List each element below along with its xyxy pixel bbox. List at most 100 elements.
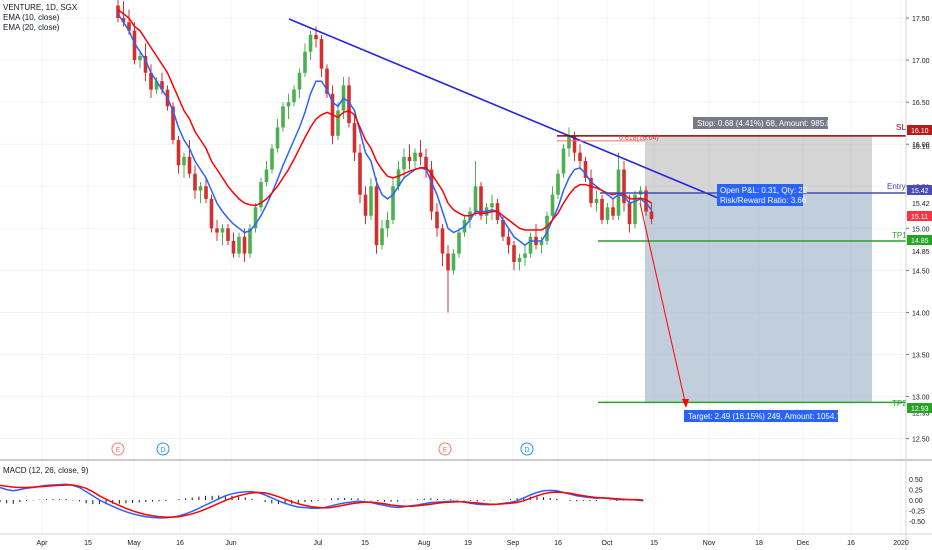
candle [506, 228, 511, 254]
candle [281, 102, 285, 132]
tp2-price-tag: 12.93 [907, 403, 932, 413]
candle [611, 198, 615, 220]
candle [490, 194, 494, 220]
macd-axis[interactable]: 0.50 0.25 0.00 -0.25 -0.50 [909, 477, 925, 526]
candle [275, 119, 280, 153]
candle [440, 224, 445, 267]
earnings-marker[interactable]: E [438, 442, 452, 456]
candle [600, 194, 604, 225]
candle [578, 144, 582, 170]
dividend-marker[interactable]: D [156, 442, 170, 456]
price-tick-label: 16.50 [912, 100, 930, 107]
candle [627, 194, 632, 233]
entry-label: Entry [887, 182, 906, 191]
candle [473, 161, 478, 216]
time-tick-label: Apr [37, 540, 49, 547]
svg-text:15.42: 15.42 [911, 188, 929, 195]
tp1-price-tag: 14.85 [907, 235, 932, 245]
time-tick-label: Dec [797, 540, 810, 547]
time-tick-label: Sep [507, 540, 520, 547]
candle [550, 186, 555, 220]
candle [523, 245, 527, 267]
candle [374, 177, 379, 254]
candle [561, 144, 566, 178]
ema10-legend[interactable]: EMA (10, close) [3, 13, 77, 23]
sl-price-tag: 16.10 [907, 125, 932, 135]
candle [589, 169, 593, 208]
macd-line [0, 483, 644, 519]
entry-price-tag: 15.42 [907, 185, 932, 195]
candle [286, 93, 291, 120]
earnings-marker[interactable]: E [111, 442, 125, 456]
candle [303, 43, 307, 77]
svg-text:D: D [160, 447, 165, 454]
time-tick-label: 15 [361, 540, 369, 547]
candle [308, 30, 313, 61]
candle [237, 232, 241, 258]
candle [407, 144, 412, 170]
time-axis[interactable]: Apr 15 May 16 Jun Jul 15 Aug 19 Sep 16 Oct 15 Nov 18 De… [37, 540, 909, 547]
price-tick-label: 17.50 [912, 16, 930, 23]
candle [616, 152, 621, 220]
time-tick-label: 19 [464, 540, 472, 547]
price-tick-label: 13.50 [912, 352, 930, 359]
macd-tick-label: -0.50 [909, 519, 925, 526]
time-tick-label: 16 [554, 540, 562, 547]
candle [292, 85, 296, 107]
candle [528, 232, 533, 258]
price-level-label: 15.42 [912, 201, 930, 208]
svg-text:14.85: 14.85 [911, 238, 929, 245]
macd-legend[interactable]: MACD (12, 26, close, 9) [3, 466, 88, 475]
svg-text:12.93: 12.93 [911, 406, 929, 413]
candle [336, 102, 340, 141]
reward-zone [645, 193, 872, 403]
time-tick-label: Jul [314, 540, 323, 547]
candle [226, 224, 230, 246]
ema10-line [117, 13, 653, 247]
candle [215, 219, 219, 241]
price-axis[interactable]: 17.5017.0016.5016.0015.5015.0014.5014.00… [906, 16, 930, 444]
candle [193, 165, 197, 199]
price-level-label: 14.85 [912, 249, 930, 256]
candle [369, 177, 373, 220]
candle [319, 34, 324, 77]
candle [583, 156, 588, 183]
candle [435, 203, 439, 237]
price-tick-label: 12.50 [912, 437, 930, 444]
chart-legend: VENTURE, 1D, SGX EMA (10, close) EMA (20… [3, 3, 77, 33]
symbol-label[interactable]: VENTURE, 1D, SGX [3, 3, 77, 13]
target-info-text: Target: 2.49 (16.15%) 249, Amount: 1054.… [688, 412, 846, 421]
stop-info-text: Stop: 0.68 (4.41%) 68, Amount: 985.04 [697, 119, 836, 128]
open-pnl-text: Open P&L: 0.31, Qty: 22 [720, 186, 808, 195]
candlestick-series [116, 0, 654, 313]
macd-tick-label: 0.25 [909, 488, 923, 495]
candle [479, 182, 483, 220]
time-tick-label: Aug [418, 540, 431, 547]
candle [429, 161, 434, 220]
time-tick-label: 18 [755, 540, 763, 547]
candle [198, 182, 203, 204]
svg-text:E: E [116, 447, 121, 454]
candle [259, 177, 263, 212]
time-tick-label: 15 [650, 540, 658, 547]
target-arrowhead [682, 399, 689, 408]
candle [264, 161, 269, 187]
candle [517, 253, 522, 271]
chart-canvas[interactable]: 0.618(16.04) Stop: 0.68 (4.41%) 68, Amou… [0, 0, 932, 550]
svg-text:16.10: 16.10 [911, 128, 929, 135]
candle [363, 186, 368, 225]
ema20-legend[interactable]: EMA (20, close) [3, 23, 77, 33]
svg-text:E: E [443, 447, 448, 454]
candle [413, 148, 417, 170]
candle [446, 245, 450, 313]
current-price-tag: 15.11 [907, 211, 932, 221]
fib-label: 0.618(16.04) [619, 135, 659, 142]
time-tick-label: 15 [84, 540, 92, 547]
candle [270, 144, 274, 174]
macd-histogram [0, 495, 644, 505]
svg-text:D: D [524, 447, 529, 454]
macd-tick-label: 0.00 [909, 498, 923, 505]
sl-label: SL [896, 123, 906, 132]
tp1-label: TP1 [892, 231, 907, 240]
dividend-marker[interactable]: D [520, 442, 534, 456]
